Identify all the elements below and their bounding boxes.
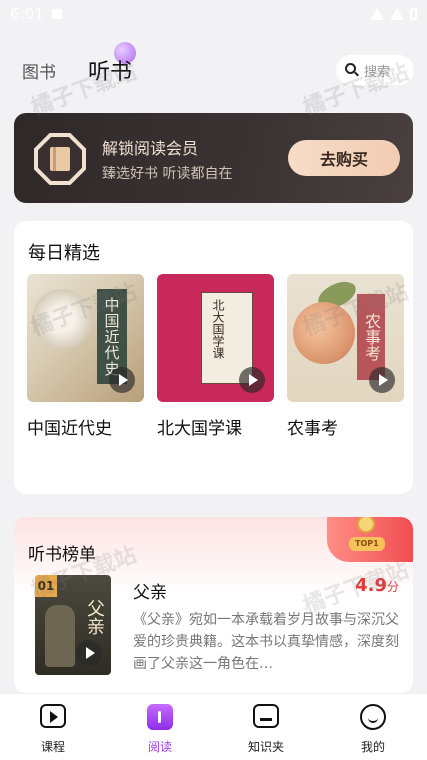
tab-books[interactable]: 图书 bbox=[22, 58, 56, 83]
wifi-icon bbox=[370, 8, 384, 20]
status-right bbox=[370, 8, 417, 20]
ranking-score: 4.9分 bbox=[355, 575, 399, 596]
nav-folder[interactable]: 知识夹 bbox=[226, 704, 306, 755]
book-title[interactable]: 农事考 bbox=[287, 414, 404, 439]
read-icon bbox=[147, 704, 173, 730]
play-icon bbox=[249, 374, 258, 386]
play-icon bbox=[379, 374, 388, 386]
book-title[interactable]: 中国近代史 bbox=[27, 414, 144, 439]
daily-picks-card: 每日精选 中国近代史 中国近代史 北大国学课 北大国学课 农事考 农事考 bbox=[14, 221, 413, 494]
nav-label: 我的 bbox=[360, 740, 385, 754]
vip-book-icon bbox=[34, 133, 86, 185]
play-icon bbox=[86, 647, 95, 659]
nav-label: 知识夹 bbox=[247, 740, 284, 754]
cover-title: 北大国学课 bbox=[211, 299, 225, 359]
vip-title: 解锁阅读会员 bbox=[102, 139, 199, 158]
tab-listen[interactable]: 听书 bbox=[88, 54, 132, 86]
score-value: 4.9 bbox=[355, 575, 387, 596]
ranking-book-title[interactable]: 父亲 bbox=[133, 578, 167, 603]
search-icon bbox=[345, 63, 359, 77]
nav-course[interactable]: 课程 bbox=[13, 704, 93, 755]
nav-label: 课程 bbox=[40, 740, 65, 754]
status-bar: 6:01 bbox=[0, 0, 427, 28]
play-button[interactable] bbox=[76, 640, 102, 666]
play-button[interactable] bbox=[369, 367, 395, 393]
play-button[interactable] bbox=[109, 367, 135, 393]
bottom-nav: 课程 阅读 知识夹 我的 bbox=[0, 693, 427, 760]
folder-icon bbox=[253, 704, 279, 728]
status-left: 6:01 bbox=[10, 5, 62, 23]
profile-icon bbox=[360, 704, 386, 730]
nav-label: 阅读 bbox=[147, 740, 172, 754]
nav-read[interactable]: 阅读 bbox=[120, 704, 200, 755]
search-input[interactable]: 搜索 bbox=[336, 55, 414, 85]
cover-title: 父亲 bbox=[84, 599, 105, 635]
ranking-description: 《父亲》宛如一本承载着岁月故事与深沉父爱的珍贵典籍。这本书以真挚情感，深度刻画了… bbox=[133, 612, 399, 672]
book-item[interactable]: 北大国学课 北大国学课 bbox=[157, 274, 274, 439]
daily-picks-title: 每日精选 bbox=[28, 243, 100, 264]
signal-icon bbox=[390, 8, 404, 20]
ranking-card: TOP1 听书榜单 01 父亲 父亲 4.9分 《父亲》宛如一本承载着岁月故事与… bbox=[14, 517, 413, 693]
course-icon bbox=[40, 704, 66, 728]
book-title[interactable]: 北大国学课 bbox=[157, 414, 274, 439]
header-tabs: 图书 听书 搜索 bbox=[0, 42, 427, 90]
notification-icon bbox=[51, 9, 62, 19]
book-cover[interactable]: 北大国学课 bbox=[157, 274, 274, 402]
book-item[interactable]: 中国近代史 中国近代史 bbox=[27, 274, 144, 439]
nav-profile[interactable]: 我的 bbox=[333, 704, 413, 755]
rank-badge: 01 bbox=[35, 575, 57, 597]
medal-icon: TOP1 bbox=[347, 517, 387, 555]
buy-button[interactable]: 去购买 bbox=[288, 140, 400, 176]
ranking-title: 听书榜单 bbox=[28, 545, 96, 565]
search-placeholder: 搜索 bbox=[364, 64, 391, 80]
ranking-book-cover[interactable]: 01 父亲 bbox=[35, 575, 111, 675]
play-icon bbox=[119, 374, 128, 386]
book-cover[interactable]: 农事考 bbox=[287, 274, 404, 402]
top1-text: TOP1 bbox=[355, 539, 379, 548]
vip-subtitle: 臻选好书 听读都自在 bbox=[102, 166, 233, 182]
score-unit: 分 bbox=[386, 580, 399, 594]
top1-tag: TOP1 bbox=[327, 517, 413, 562]
play-button[interactable] bbox=[239, 367, 265, 393]
vip-banner[interactable]: 解锁阅读会员 臻选好书 听读都自在 去购买 bbox=[14, 113, 413, 203]
book-cover[interactable]: 中国近代史 bbox=[27, 274, 144, 402]
book-item[interactable]: 农事考 农事考 bbox=[287, 274, 404, 439]
battery-icon bbox=[410, 8, 417, 20]
status-time: 6:01 bbox=[10, 5, 44, 23]
